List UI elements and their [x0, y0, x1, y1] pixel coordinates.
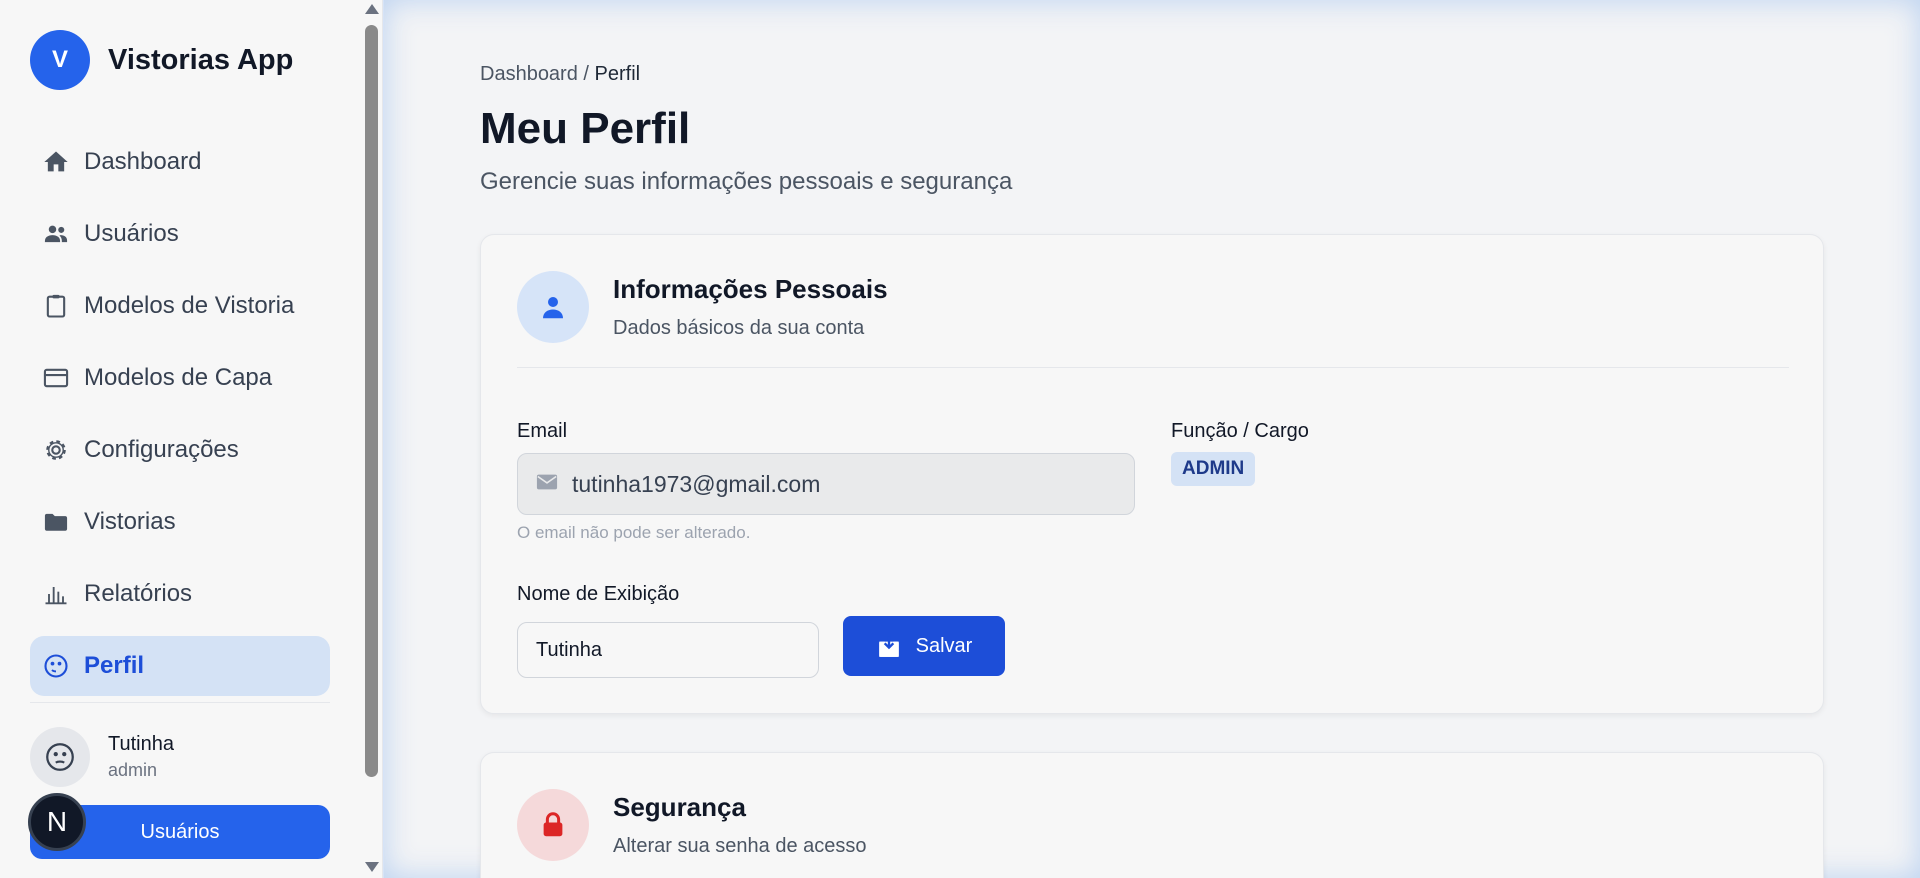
- display-name-label: Nome de Exibição: [517, 583, 680, 605]
- breadcrumb-root[interactable]: Dashboard: [480, 63, 578, 85]
- face-icon: [46, 743, 74, 771]
- breadcrumb-current: Perfil: [594, 63, 641, 85]
- page-subtitle: Gerencie suas informações pessoais e seg…: [480, 168, 1013, 195]
- home-icon: [42, 148, 70, 176]
- sidebar-item-label: Modelos de Capa: [84, 364, 273, 391]
- gear-icon: [42, 436, 70, 464]
- scrollbar-thumb[interactable]: [365, 25, 378, 777]
- sidebar-item-usuarios[interactable]: Usuários: [30, 204, 330, 264]
- email-hint: O email não pode ser alterado.: [517, 523, 751, 542]
- brand-name: Vistorias App: [108, 43, 294, 76]
- sidebar-item-configuracoes[interactable]: Configurações: [30, 420, 330, 480]
- sidebar-item-modelos-vistoria[interactable]: Modelos de Vistoria: [30, 276, 330, 336]
- email-value: tutinha1973@gmail.com: [572, 470, 821, 497]
- main-content: Dashboard / Perfil Meu Perfil Gerencie s…: [384, 0, 1920, 878]
- avatar: [30, 727, 90, 787]
- sidebar-item-perfil[interactable]: Perfil: [30, 636, 330, 696]
- next-dev-badge[interactable]: N: [28, 793, 86, 851]
- user-role: admin: [108, 760, 158, 780]
- breadcrumb-separator: /: [583, 63, 589, 85]
- sidebar-item-label: Configurações: [84, 436, 239, 463]
- breadcrumb: Dashboard / Perfil: [480, 63, 640, 86]
- email-label: Email: [517, 420, 568, 442]
- sidebar-item-label: Usuários: [84, 220, 179, 247]
- scroll-down-icon[interactable]: [365, 862, 379, 872]
- card-subtitle: Dados básicos da sua conta: [613, 317, 865, 339]
- display-name-input[interactable]: [517, 622, 819, 678]
- card-title: Segurança: [613, 792, 746, 822]
- role-label: Função / Cargo: [1171, 420, 1309, 442]
- sidebar: V Vistorias App Dashboard Usuários Model…: [0, 0, 383, 878]
- clipboard-icon: [42, 292, 70, 320]
- face-icon: [42, 652, 70, 680]
- sidebar-item-vistorias[interactable]: Vistorias: [30, 492, 330, 552]
- scroll-up-icon[interactable]: [365, 4, 379, 14]
- mail-icon: [536, 473, 558, 496]
- security-card: Segurança Alterar sua senha de acesso: [480, 752, 1824, 878]
- sidebar-item-dashboard[interactable]: Dashboard: [30, 132, 330, 192]
- sidebar-scrollbar[interactable]: [362, 0, 382, 878]
- save-button-label: Salvar: [915, 634, 973, 657]
- user-card[interactable]: Tutinha admin: [30, 727, 174, 787]
- users-icon: [42, 220, 70, 248]
- sidebar-nav: Dashboard Usuários Modelos de Vistoria M…: [30, 132, 330, 708]
- user-name: Tutinha: [108, 733, 174, 755]
- bar-chart-icon: [42, 580, 70, 608]
- brand-logo: V: [30, 30, 90, 90]
- sidebar-item-label: Relatórios: [84, 580, 193, 607]
- sidebar-divider: [30, 702, 330, 703]
- lock-icon: [517, 789, 589, 861]
- sidebar-item-label: Perfil: [84, 652, 145, 679]
- card-icon: [42, 364, 70, 392]
- personal-info-card: Informações Pessoais Dados básicos da su…: [480, 234, 1824, 714]
- page-title: Meu Perfil: [480, 104, 691, 153]
- save-download-icon: [876, 634, 902, 658]
- email-field: tutinha1973@gmail.com: [517, 453, 1135, 515]
- sidebar-item-label: Vistorias: [84, 508, 176, 535]
- user-icon: [517, 271, 589, 343]
- save-button[interactable]: Salvar: [843, 616, 1005, 676]
- card-title: Informações Pessoais: [613, 274, 888, 304]
- folder-icon: [42, 508, 70, 536]
- role-badge: ADMIN: [1171, 452, 1256, 486]
- sidebar-item-modelos-capa[interactable]: Modelos de Capa: [30, 348, 330, 408]
- sidebar-item-relatorios[interactable]: Relatórios: [30, 564, 330, 624]
- card-divider: [517, 367, 1789, 368]
- sidebar-item-label: Modelos de Vistoria: [84, 292, 295, 319]
- sidebar-item-label: Dashboard: [84, 148, 202, 175]
- brand[interactable]: V Vistorias App: [30, 30, 293, 90]
- card-subtitle: Alterar sua senha de acesso: [613, 835, 867, 857]
